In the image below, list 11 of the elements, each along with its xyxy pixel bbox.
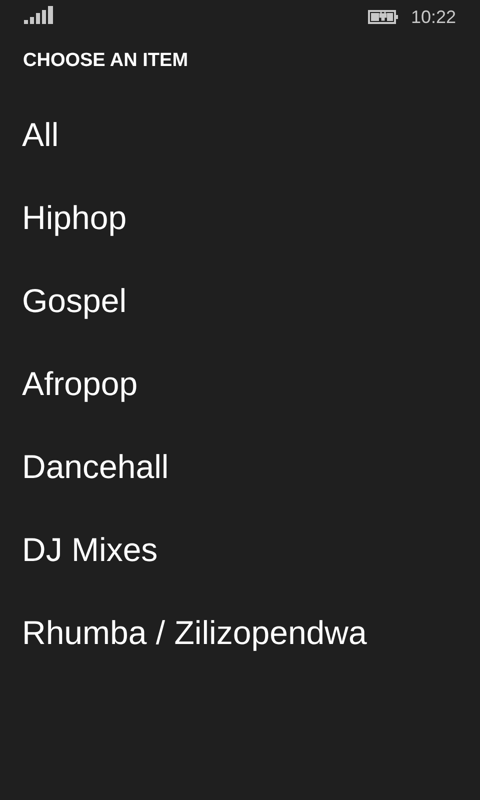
- list-item[interactable]: Gospel: [0, 261, 480, 344]
- signal-icon: [24, 6, 53, 24]
- list-item[interactable]: Rhumba / Zilizopendwa: [0, 593, 480, 676]
- list-item[interactable]: Hiphop: [0, 178, 480, 261]
- battery-charging-icon: [368, 9, 399, 25]
- page-title: CHOOSE AN ITEM: [22, 49, 190, 73]
- list-item[interactable]: Afropop: [0, 344, 480, 427]
- list-item[interactable]: Dancehall: [0, 427, 480, 510]
- list-item[interactable]: All: [0, 95, 480, 178]
- clock-time: 10:22: [410, 6, 456, 28]
- list-item[interactable]: DJ Mixes: [0, 510, 480, 593]
